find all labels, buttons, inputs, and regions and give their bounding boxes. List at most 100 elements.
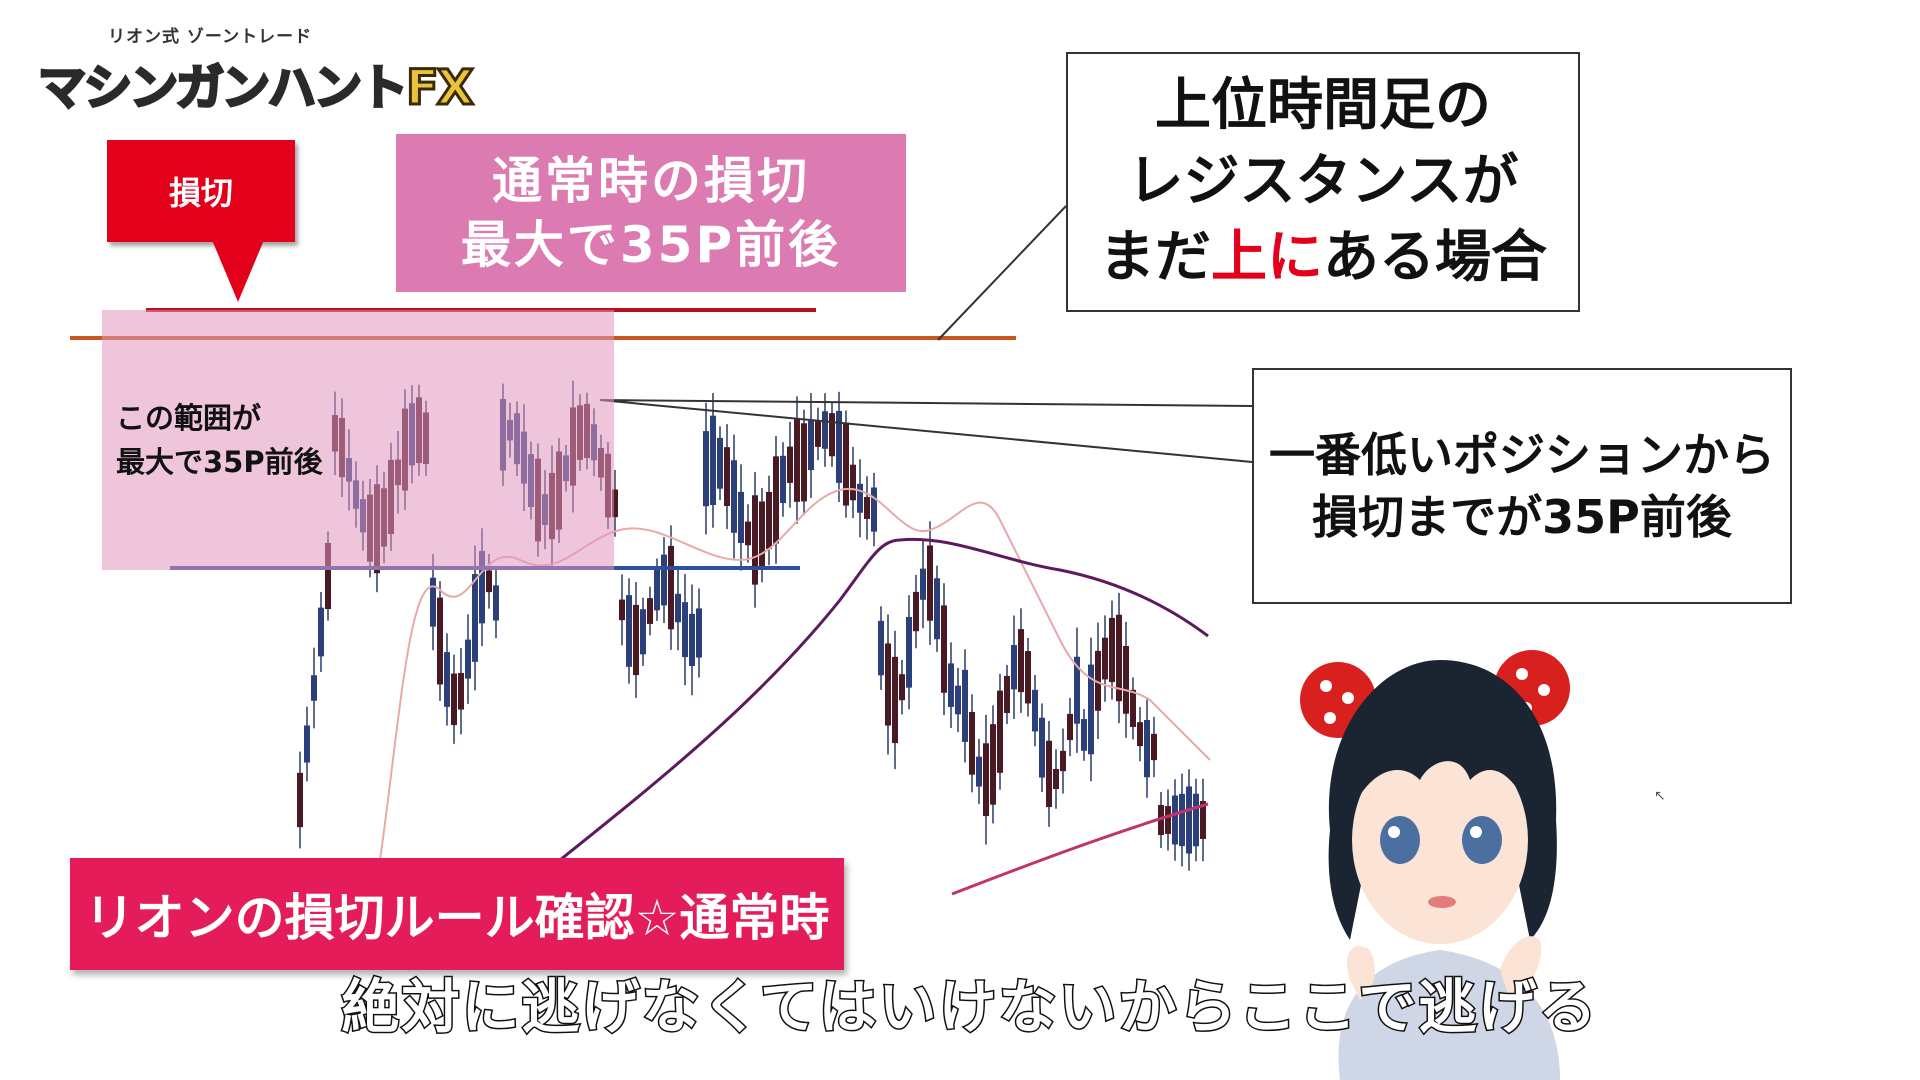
title-banner: リオンの損切ルール確認☆通常時: [70, 858, 844, 970]
logo-fx: FX: [405, 59, 476, 118]
candle-body: [1102, 637, 1108, 680]
candle-body: [885, 643, 891, 726]
candle-body: [626, 595, 632, 667]
candle-body: [948, 663, 954, 707]
candle-body: [451, 673, 457, 726]
normal-stop-loss-line1: 通常時の損切: [492, 152, 810, 210]
candle-body: [1039, 717, 1045, 778]
candle-body: [717, 437, 723, 489]
candle-body: [850, 464, 856, 501]
candle-body: [913, 591, 919, 632]
callout1-pointer: [937, 205, 1067, 341]
logo-subtitle: リオン式 ゾーントレード: [108, 27, 313, 47]
candle-body: [997, 690, 1003, 773]
candle-body: [815, 420, 821, 447]
candle-body: [1165, 806, 1171, 834]
candle-body: [871, 487, 877, 532]
range-label-line2: 最大で35P前後: [116, 445, 323, 479]
candle-body: [941, 605, 947, 693]
candle-body: [843, 422, 849, 506]
normal-stop-loss-line2: 最大で35P前後: [460, 216, 842, 274]
candle-body: [724, 447, 730, 506]
callout2-pointer: [599, 399, 1253, 463]
candle-body: [864, 496, 870, 519]
candle-body: [318, 607, 324, 657]
candle-body: [990, 724, 996, 805]
candle-body: [801, 423, 807, 502]
candle-body: [486, 570, 492, 593]
candle-body: [1046, 740, 1052, 808]
candle-body: [444, 652, 450, 707]
lowest-position-callout: 一番低いポジションから 損切までが35P前後: [1252, 368, 1792, 604]
callout1-line3: まだ上にある場合: [1099, 220, 1547, 296]
candle-body: [633, 604, 639, 676]
candle-body: [752, 495, 758, 585]
candle-body: [955, 685, 961, 715]
candle-body: [1179, 793, 1185, 847]
eye-right: [1462, 816, 1502, 864]
logo-title: マシンガンハントFX: [36, 48, 476, 118]
candle-body: [731, 460, 737, 533]
candle-body: [766, 491, 772, 549]
candle-body: [1032, 689, 1038, 732]
candle-body: [682, 602, 688, 658]
callout2-line1: 一番低いポジションから: [1269, 428, 1775, 482]
candle-body: [1081, 719, 1087, 751]
candle-body: [619, 599, 625, 621]
candle-body: [899, 674, 905, 701]
candle-body: [745, 521, 751, 546]
candle-body: [696, 608, 702, 658]
candle-body: [430, 577, 436, 627]
candle-body: [675, 593, 681, 623]
logo-title-text: マシンガンハント: [36, 59, 409, 118]
candle-body: [703, 431, 709, 507]
callout1-line3-post: ある場合: [1323, 225, 1547, 290]
range-label-line1: この範囲が: [116, 401, 262, 435]
candle-body: [1144, 719, 1150, 778]
candle-body: [710, 415, 716, 505]
candle-body: [1186, 786, 1192, 854]
candle-body: [857, 483, 863, 513]
candle-body: [1137, 722, 1143, 747]
candle-body: [822, 411, 828, 449]
candle-body: [304, 725, 310, 763]
candle-body: [962, 669, 968, 742]
callout1-line3-pre: まだ: [1099, 225, 1211, 290]
candle-body: [773, 456, 779, 544]
candle-body: [927, 545, 933, 621]
candle-body: [1123, 646, 1129, 714]
candle-body: [1151, 733, 1157, 761]
candle-body: [780, 455, 786, 504]
callout2-line2: 損切までが35P前後: [1312, 490, 1732, 544]
candle-body: [969, 711, 975, 775]
candle-body: [689, 613, 695, 666]
candle-body: [654, 569, 660, 611]
candle-body: [647, 598, 653, 624]
candle-body: [920, 568, 926, 600]
candle-body: [934, 578, 940, 640]
candle-body: [829, 413, 835, 457]
candle-body: [1053, 769, 1059, 790]
candle-body: [472, 574, 478, 662]
candle-body: [458, 672, 464, 710]
candle-body: [906, 616, 912, 688]
eye-left: [1380, 816, 1420, 864]
candle-body: [1130, 689, 1136, 727]
candle-body: [878, 620, 884, 676]
candle-body: [1060, 750, 1066, 772]
candle-body: [1067, 713, 1073, 741]
candle-body: [297, 772, 303, 828]
candle-body: [738, 491, 744, 543]
higher-timeframe-callout: 上位時間足の レジスタンスが まだ上にある場合: [1066, 52, 1580, 312]
candle-body: [493, 585, 499, 621]
candle-body: [437, 597, 443, 685]
candle-body: [465, 639, 471, 679]
range-label: この範囲が 最大で35P前後: [116, 396, 323, 484]
channel-logo: リオン式 ゾーントレード マシンガンハントFX: [36, 22, 475, 118]
mouse-cursor-icon: ↖: [1654, 788, 1666, 804]
mouth: [1428, 896, 1456, 908]
normal-stop-loss-box: 通常時の損切 最大で35P前後: [396, 134, 906, 292]
candle-body: [976, 756, 982, 787]
candle-body: [1193, 793, 1199, 847]
candle-body: [668, 545, 674, 630]
